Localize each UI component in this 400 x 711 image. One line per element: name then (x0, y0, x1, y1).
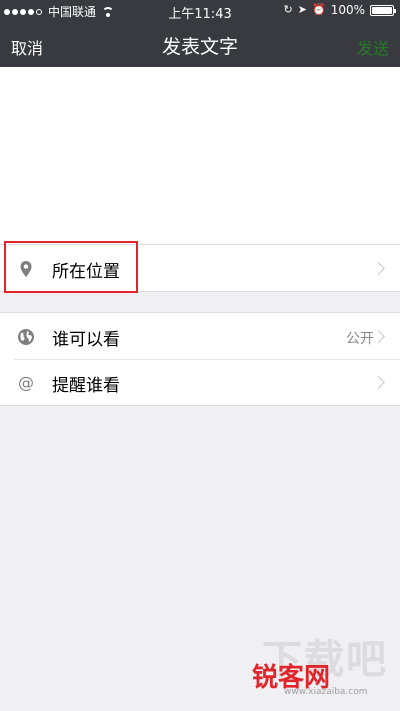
post-text-area[interactable] (0, 67, 400, 244)
location-arrow-icon: ➤ (297, 3, 307, 16)
privacy-section: 谁可以看 公开 @ 提醒谁看 (0, 312, 400, 406)
rotation-lock-icon: ↻ (283, 3, 293, 16)
battery-icon (370, 4, 396, 16)
status-bar: 中国联通 上午11:43 ↻ ➤ ⏰ 100% (0, 0, 400, 22)
location-label: 所在位置 (52, 262, 120, 282)
status-right: ↻ ➤ ⏰ 100% (283, 3, 396, 17)
alarm-icon: ⏰ (311, 3, 326, 16)
location-pin-icon (20, 261, 32, 277)
navigation-bar: 取消 发表文字 发送 (0, 22, 400, 67)
svg-text:@: @ (18, 373, 34, 392)
watermark-logo: 下载吧 锐客网 www.xiazaiba.com (248, 627, 388, 697)
battery-percent: 100% (330, 3, 365, 17)
mention-row[interactable]: @ 提醒谁看 (0, 359, 400, 405)
mention-label: 提醒谁看 (52, 376, 120, 396)
chevron-right-icon (372, 376, 385, 389)
visibility-label: 谁可以看 (52, 330, 120, 350)
at-icon: @ (18, 373, 34, 392)
page-title: 发表文字 (161, 36, 238, 58)
globe-icon (18, 329, 34, 345)
watermark-url: www.xiazaiba.com (284, 687, 368, 697)
send-button[interactable]: 发送 (357, 35, 389, 59)
top-bar: 中国联通 上午11:43 ↻ ➤ ⏰ 100% 取消 发表文字 发送 (0, 0, 400, 67)
location-section: 所在位置 (0, 244, 400, 292)
visibility-row[interactable]: 谁可以看 公开 (0, 313, 400, 359)
location-row[interactable]: 所在位置 (0, 245, 400, 291)
chevron-right-icon (372, 330, 385, 343)
chevron-right-icon (372, 262, 385, 275)
visibility-value: 公开 (346, 331, 374, 347)
